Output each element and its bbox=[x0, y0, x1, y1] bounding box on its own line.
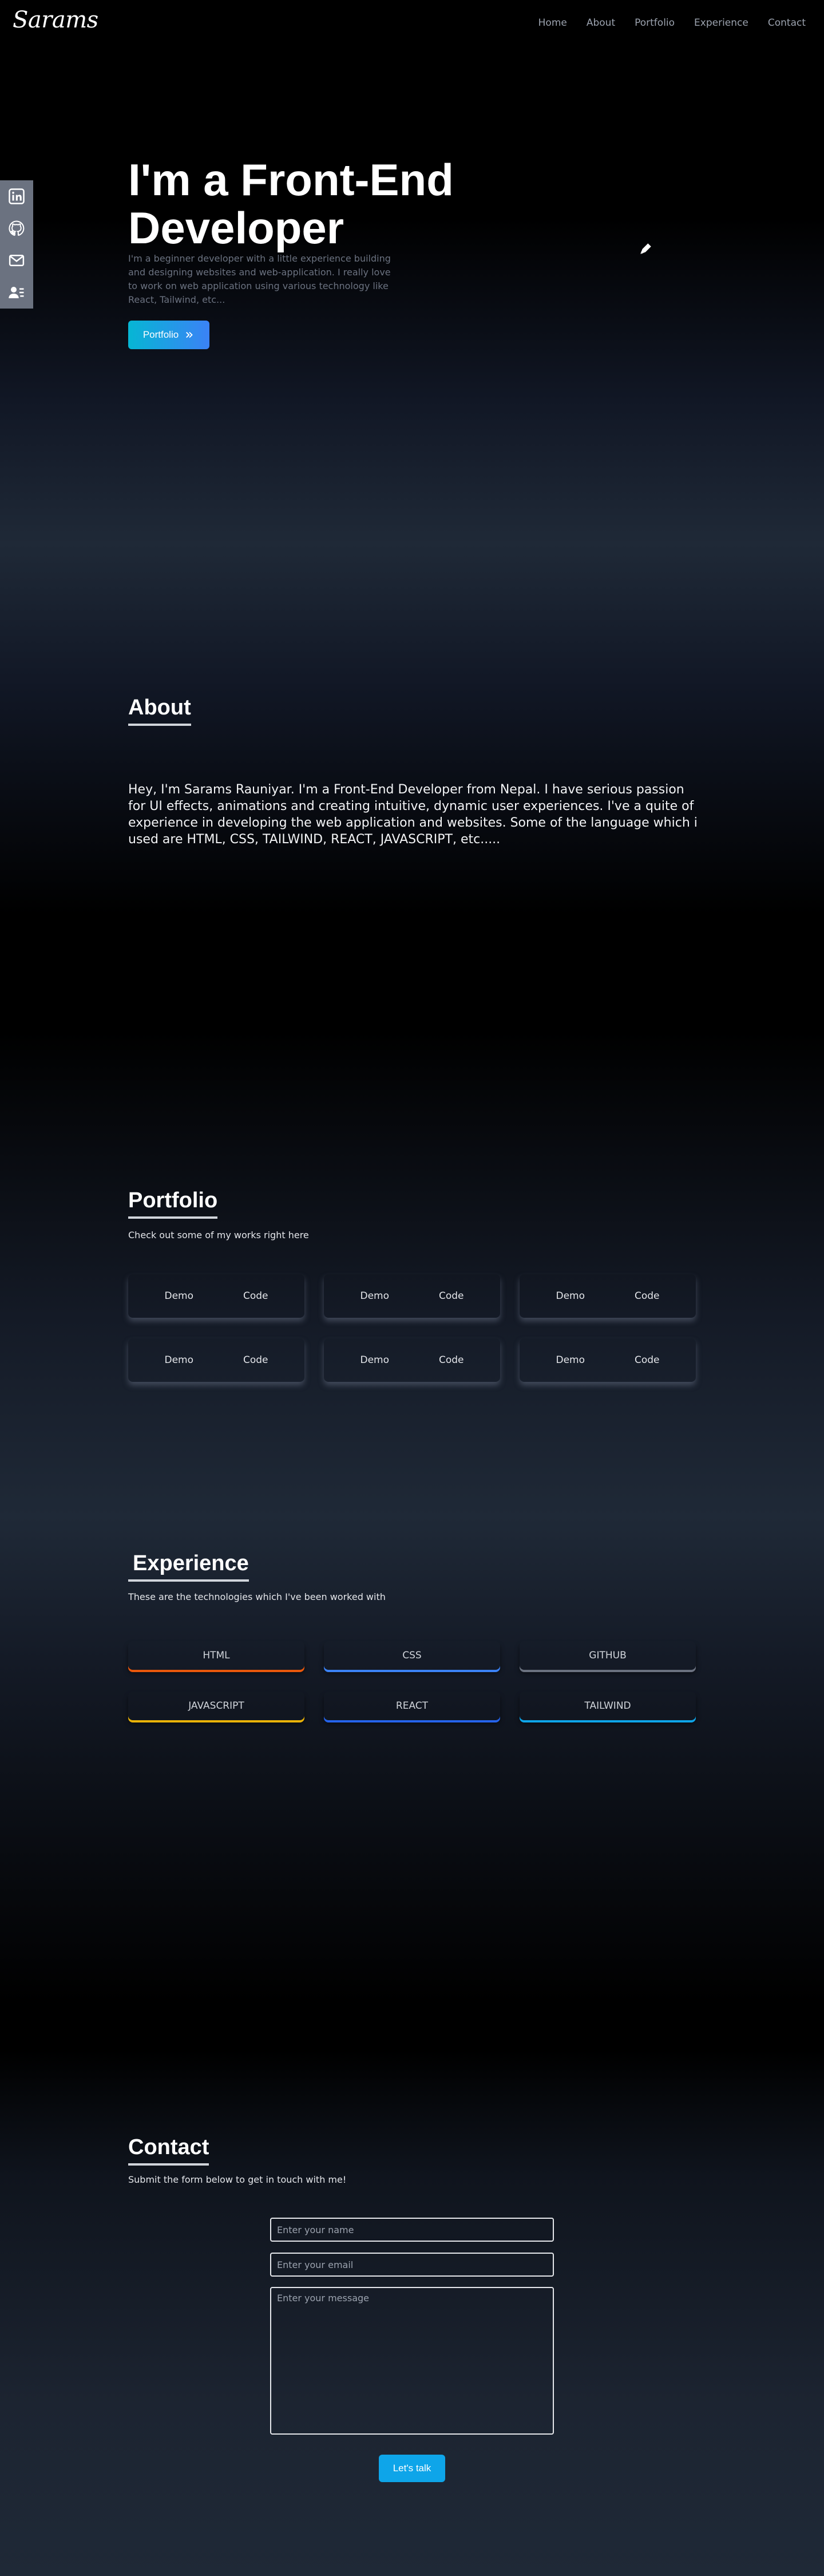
portfolio-card: Demo Code bbox=[128, 1338, 304, 1382]
double-chevron-right-icon bbox=[186, 331, 193, 338]
about-text: Hey, I'm Sarams Rauniyar. I'm a Front-En… bbox=[128, 783, 698, 847]
code-link[interactable]: Code bbox=[614, 1290, 680, 1302]
linkedin-icon bbox=[9, 188, 25, 204]
linkedin-link[interactable] bbox=[0, 180, 33, 212]
portfolio-card: Demo Code bbox=[520, 1338, 696, 1382]
portfolio-title: Portfolio bbox=[128, 1188, 218, 1219]
code-link[interactable]: Code bbox=[223, 1290, 289, 1302]
code-link[interactable]: Code bbox=[614, 1354, 680, 1366]
experience-item-tailwind: TAILWIND bbox=[520, 1692, 696, 1720]
logo[interactable]: Sarams bbox=[13, 7, 98, 33]
experience-title: Experience bbox=[128, 1551, 249, 1582]
portfolio-button[interactable]: Portfolio bbox=[128, 321, 209, 349]
demo-link[interactable]: Demo bbox=[144, 1354, 214, 1366]
resume-link[interactable] bbox=[0, 276, 33, 309]
resume-icon bbox=[9, 287, 24, 298]
code-link[interactable]: Code bbox=[418, 1354, 485, 1366]
message-field[interactable] bbox=[270, 2287, 554, 2435]
portfolio-subtitle: Check out some of my works right here bbox=[128, 1230, 309, 1240]
experience-item-javascript: JAVASCRIPT bbox=[128, 1692, 304, 1720]
experience-item-html: HTML bbox=[128, 1641, 304, 1670]
nav-link-contact[interactable]: Contact bbox=[768, 17, 806, 29]
mail-icon bbox=[9, 255, 25, 266]
portfolio-card: Demo Code bbox=[520, 1274, 696, 1318]
lets-talk-button[interactable]: Let's talk bbox=[379, 2455, 445, 2482]
code-link[interactable]: Code bbox=[223, 1354, 289, 1366]
github-link[interactable] bbox=[0, 212, 33, 244]
demo-link[interactable]: Demo bbox=[339, 1290, 410, 1302]
experience-subtitle: These are the technologies which I've be… bbox=[128, 1591, 386, 1602]
experience-item-github: GITHUB bbox=[520, 1641, 696, 1670]
hero-title: I'm a Front-End Developer bbox=[128, 155, 454, 253]
contact-subtitle: Submit the form below to get in touch wi… bbox=[128, 2174, 347, 2185]
nav-link-portfolio[interactable]: Portfolio bbox=[635, 17, 675, 29]
portfolio-card: Demo Code bbox=[324, 1338, 500, 1382]
nav-links: Home About Portfolio Experience Contact bbox=[538, 17, 806, 29]
pen-cursor-icon bbox=[640, 243, 651, 254]
demo-link[interactable]: Demo bbox=[339, 1354, 410, 1366]
nav-link-home[interactable]: Home bbox=[538, 17, 567, 29]
name-field[interactable] bbox=[270, 2218, 554, 2242]
portfolio-card: Demo Code bbox=[128, 1274, 304, 1318]
about-title: About bbox=[128, 696, 191, 726]
experience-item-css: CSS bbox=[324, 1641, 500, 1670]
hero-description: I'm a beginner developer with a little e… bbox=[128, 253, 391, 305]
demo-link[interactable]: Demo bbox=[535, 1290, 605, 1302]
portfolio-card: Demo Code bbox=[324, 1274, 500, 1318]
navbar: Sarams Home About Portfolio Experience C… bbox=[0, 0, 824, 46]
code-link[interactable]: Code bbox=[418, 1290, 485, 1302]
nav-link-experience[interactable]: Experience bbox=[694, 17, 748, 29]
nav-link-about[interactable]: About bbox=[587, 17, 615, 29]
demo-link[interactable]: Demo bbox=[144, 1290, 214, 1302]
contact-title: Contact bbox=[128, 2135, 209, 2166]
experience-item-react: REACT bbox=[324, 1692, 500, 1720]
github-icon bbox=[9, 220, 25, 236]
demo-link[interactable]: Demo bbox=[535, 1354, 605, 1366]
portfolio-button-label: Portfolio bbox=[142, 329, 179, 340]
mail-link[interactable] bbox=[0, 244, 33, 276]
social-sidebar bbox=[0, 180, 33, 309]
email-field[interactable] bbox=[270, 2253, 554, 2277]
